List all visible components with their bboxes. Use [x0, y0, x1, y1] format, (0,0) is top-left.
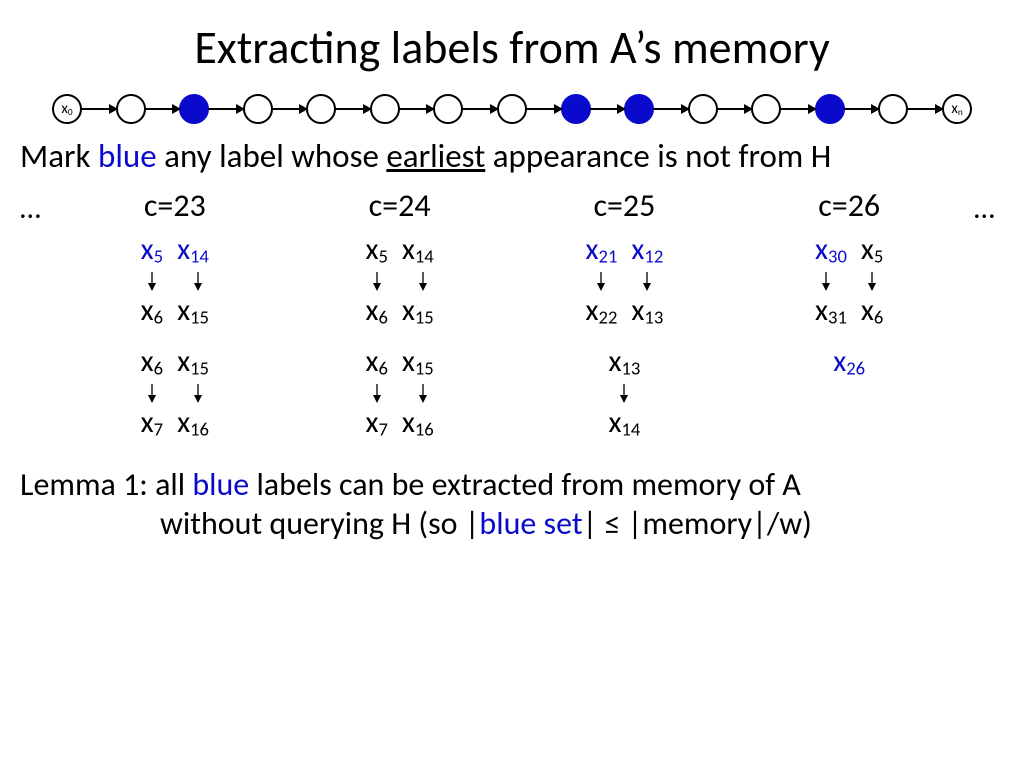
column-header: c=26 [749, 186, 949, 225]
x-label: x15 [177, 343, 209, 380]
chain-node [306, 94, 336, 124]
x-label: x14 [402, 231, 434, 268]
chain-node [624, 94, 654, 124]
chain-node [433, 94, 463, 124]
down-arrow-icon [146, 382, 158, 404]
chain-arrow [335, 108, 371, 110]
chain-node [179, 94, 209, 124]
memory-column: c=26 x30 x5 x31 x6 x26 [749, 186, 949, 455]
x-label: x6 [365, 343, 387, 380]
column-header: c=23 [75, 186, 275, 225]
column-header: c=25 [524, 186, 724, 225]
chain-node: xn [942, 94, 972, 124]
chain-node [497, 94, 527, 124]
x-label: x7 [365, 404, 387, 441]
chain-node [561, 94, 591, 124]
chain-arrow [208, 108, 244, 110]
x-label: x13 [608, 343, 640, 380]
chain-node [751, 94, 781, 124]
chain-arrow [526, 108, 562, 110]
memory-column: c=25 x21 x12 x22 x13 x13 x14 [524, 186, 724, 455]
x-label: x6 [365, 292, 387, 329]
down-arrow-icon [641, 270, 653, 292]
x-label: x30 [815, 231, 847, 268]
chain-node [370, 94, 400, 124]
x-label: x26 [833, 343, 865, 380]
x-label: x15 [177, 292, 209, 329]
x-label: x5 [861, 231, 883, 268]
down-arrow-icon [417, 270, 429, 292]
chain-arrow [81, 108, 117, 110]
x-label: x15 [402, 292, 434, 329]
chain-node [878, 94, 908, 124]
chain-node [243, 94, 273, 124]
x-label: x12 [631, 231, 663, 268]
mark-description: Mark blue any label whose earliest appea… [10, 136, 1014, 186]
chain-arrow [462, 108, 498, 110]
chain-arrow [780, 108, 816, 110]
x-label: x15 [402, 343, 434, 380]
node-chain: x0 xn [52, 94, 972, 124]
memory-column: c=23 x5 x14 x6 x15 x6 x15 x7 x16 [75, 186, 275, 455]
x-label: x6 [141, 343, 163, 380]
chain-node [688, 94, 718, 124]
x-label: x7 [141, 404, 163, 441]
ellipsis: … [20, 186, 50, 455]
x-label: x13 [631, 292, 663, 329]
x-label: x14 [608, 404, 640, 441]
down-arrow-icon [371, 270, 383, 292]
x-label: x16 [177, 404, 209, 441]
chain-arrow [145, 108, 181, 110]
down-arrow-icon [820, 270, 832, 292]
x-label: x14 [177, 231, 209, 268]
x-label: x5 [365, 231, 387, 268]
chain-arrow [272, 108, 308, 110]
chain-arrow [844, 108, 880, 110]
chain-arrow [907, 108, 943, 110]
memory-column: c=24 x5 x14 x6 x15 x6 x15 x7 x16 [300, 186, 500, 455]
lemma-text: Lemma 1: all blue labels can be extracte… [10, 455, 1014, 543]
down-arrow-icon [417, 382, 429, 404]
chain-arrow [717, 108, 753, 110]
down-arrow-icon [866, 270, 878, 292]
page-title: Extracting labels from A’s memory [10, 20, 1014, 76]
memory-columns: … c=23 x5 x14 x6 x15 x6 x15 x7 x16 c=24 x5 x14 x6 x15 x… [10, 186, 1014, 455]
x-label: x5 [141, 231, 163, 268]
down-arrow-icon [595, 270, 607, 292]
x-label: x6 [861, 292, 883, 329]
x-label: x31 [815, 292, 847, 329]
down-arrow-icon [371, 382, 383, 404]
chain-arrow [590, 108, 626, 110]
down-arrow-icon [146, 270, 158, 292]
down-arrow-icon [192, 270, 204, 292]
down-arrow-icon [618, 382, 630, 404]
x-label: x21 [586, 231, 618, 268]
chain-arrow [653, 108, 689, 110]
column-header: c=24 [300, 186, 500, 225]
chain-arrow [399, 108, 435, 110]
chain-node: x0 [52, 94, 82, 124]
chain-node [116, 94, 146, 124]
down-arrow-icon [192, 382, 204, 404]
ellipsis: … [974, 186, 1004, 455]
x-label: x22 [586, 292, 618, 329]
chain-node [815, 94, 845, 124]
x-label: x6 [141, 292, 163, 329]
x-label: x16 [402, 404, 434, 441]
